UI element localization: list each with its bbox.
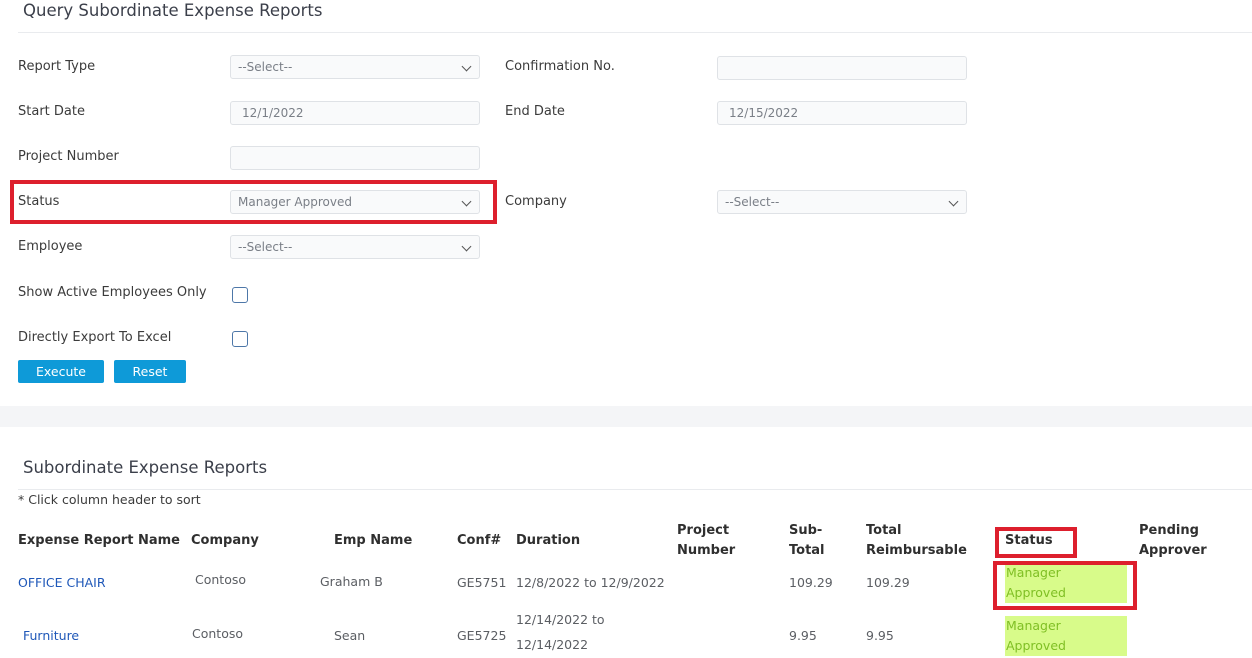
row-conf: GE5751 [457, 575, 507, 590]
query-panel-title: Query Subordinate Expense Reports [23, 1, 323, 20]
col-header-emp-name[interactable]: Emp Name [334, 531, 412, 551]
status-highlight-box [10, 180, 497, 224]
col-header-total-line2: Reimbursable [866, 543, 967, 558]
report-type-value: --Select-- [238, 60, 293, 74]
status-line2: Approved [1006, 638, 1066, 653]
project-number-input[interactable] [230, 146, 480, 170]
col-header-subtotal-line2: Total [789, 543, 825, 558]
col-header-pending-line2: Approver [1139, 543, 1207, 558]
col-header-pending-line1: Pending [1139, 523, 1199, 538]
row-duration: 12/8/2022 to 12/9/2022 [516, 575, 665, 590]
results-panel-title: Subordinate Expense Reports [23, 458, 268, 477]
status-badge: Manager Approved [1005, 616, 1127, 656]
col-header-subtotal-line1: Sub- [789, 523, 823, 538]
row-conf: GE5725 [457, 628, 507, 643]
reset-button[interactable]: Reset [114, 360, 186, 383]
export-excel-label: Directly Export To Excel [18, 330, 172, 345]
row-emp-name: Sean [334, 628, 366, 643]
chevron-down-icon [948, 196, 959, 207]
row-total: 109.29 [866, 575, 910, 590]
row-duration: 12/14/2022 to 12/14/2022 [516, 610, 605, 655]
row-subtotal: 9.95 [789, 628, 817, 643]
col-header-project-line2: Number [677, 543, 736, 558]
employee-value: --Select-- [238, 240, 293, 254]
show-active-checkbox[interactable] [232, 287, 248, 303]
col-header-total-line1: Total [866, 523, 902, 538]
report-name-link[interactable]: OFFICE CHAIR [18, 573, 106, 593]
col-header-pending-approver[interactable]: Pending Approver [1139, 521, 1207, 561]
end-date-input[interactable]: 12/15/2022 [717, 101, 967, 125]
col-header-conf[interactable]: Conf# [457, 531, 501, 551]
results-panel: Subordinate Expense Reports * Click colu… [0, 427, 1252, 658]
row-total: 9.95 [866, 628, 894, 643]
end-date-label: End Date [505, 104, 565, 119]
show-active-label: Show Active Employees Only [18, 285, 207, 300]
execute-button[interactable]: Execute [18, 360, 104, 383]
row-duration-line1: 12/14/2022 to [516, 612, 605, 627]
col-header-total-reimbursable[interactable]: Total Reimbursable [866, 521, 967, 561]
status-header-highlight-box [995, 527, 1077, 558]
col-header-subtotal[interactable]: Sub- Total [789, 521, 825, 561]
start-date-input[interactable]: 12/1/2022 [230, 101, 480, 125]
row-company: Contoso [192, 626, 244, 641]
sort-note: * Click column header to sort [18, 492, 201, 507]
query-panel: Query Subordinate Expense Reports Report… [0, 0, 1252, 406]
row-company: Contoso [195, 572, 247, 587]
col-header-duration[interactable]: Duration [516, 531, 580, 551]
title-divider [18, 32, 1252, 33]
report-name-link[interactable]: Furniture [23, 626, 79, 646]
title-divider [18, 489, 1252, 490]
report-type-label: Report Type [18, 59, 96, 74]
row-subtotal: 109.29 [789, 575, 833, 590]
company-label: Company [505, 194, 567, 209]
employee-label: Employee [18, 239, 83, 254]
status-cell-highlight-box [993, 561, 1137, 610]
export-excel-checkbox[interactable] [232, 331, 248, 347]
status-line1: Manager [1006, 618, 1061, 633]
confirmation-no-label: Confirmation No. [505, 59, 615, 74]
col-header-project-line1: Project [677, 523, 730, 538]
report-type-select[interactable]: --Select-- [230, 55, 480, 79]
row-emp-name: Graham B [320, 574, 383, 589]
confirmation-no-input[interactable] [717, 56, 967, 80]
col-header-project-number[interactable]: Project Number [677, 521, 735, 561]
company-value: --Select-- [725, 195, 780, 209]
employee-select[interactable]: --Select-- [230, 235, 480, 259]
col-header-company[interactable]: Company [191, 531, 259, 551]
company-select[interactable]: --Select-- [717, 190, 967, 214]
start-date-label: Start Date [18, 104, 85, 119]
chevron-down-icon [461, 61, 472, 72]
project-number-label: Project Number [18, 149, 119, 164]
chevron-down-icon [461, 241, 472, 252]
col-header-expense-report-name[interactable]: Expense Report Name [18, 531, 180, 551]
row-duration-line2: 12/14/2022 [516, 637, 589, 652]
